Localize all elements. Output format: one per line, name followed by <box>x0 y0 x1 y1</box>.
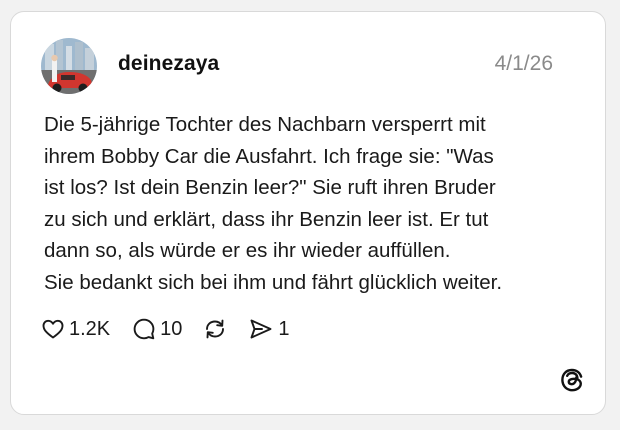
share-count: 1 <box>278 317 290 340</box>
repost-button[interactable] <box>202 317 228 341</box>
comment-icon <box>133 318 155 340</box>
post-text-line: ist los? Ist dein Benzin leer?" Sie ruft… <box>44 176 496 199</box>
avatar-image <box>41 38 97 94</box>
repost-icon <box>206 319 225 339</box>
threads-logo-icon[interactable] <box>559 367 585 393</box>
username[interactable]: deinezaya <box>118 52 219 76</box>
like-button[interactable]: 1.2K <box>41 317 110 341</box>
post-text-line: Die 5-jährige Tochter des Nachbarn versp… <box>44 113 486 136</box>
avatar[interactable] <box>41 38 97 94</box>
post-text-line: dann so, als würde er es ihr wieder auff… <box>44 239 451 262</box>
reply-button[interactable]: 10 <box>132 317 182 341</box>
post-card: deinezaya 4/1/26 Die 5-jährige Tochter d… <box>10 11 606 415</box>
reply-count: 10 <box>160 317 183 340</box>
post-date: 4/1/26 <box>494 52 553 75</box>
send-icon <box>250 319 272 339</box>
like-count: 1.2K <box>69 317 111 340</box>
action-bar: 1.2K 10 1 <box>41 314 290 344</box>
post-text: Die 5-jährige Tochter des Nachbarn versp… <box>44 109 584 298</box>
post-text-line: ihrem Bobby Car die Ausfahrt. Ich frage … <box>44 144 494 168</box>
share-button[interactable]: 1 <box>248 317 290 341</box>
post-text-line: zu sich und erklärt, dass ihr Benzin lee… <box>44 207 489 231</box>
post-text-line: Sie bedankt sich bei ihm und fährt glück… <box>44 270 503 294</box>
heart-icon <box>42 319 64 339</box>
